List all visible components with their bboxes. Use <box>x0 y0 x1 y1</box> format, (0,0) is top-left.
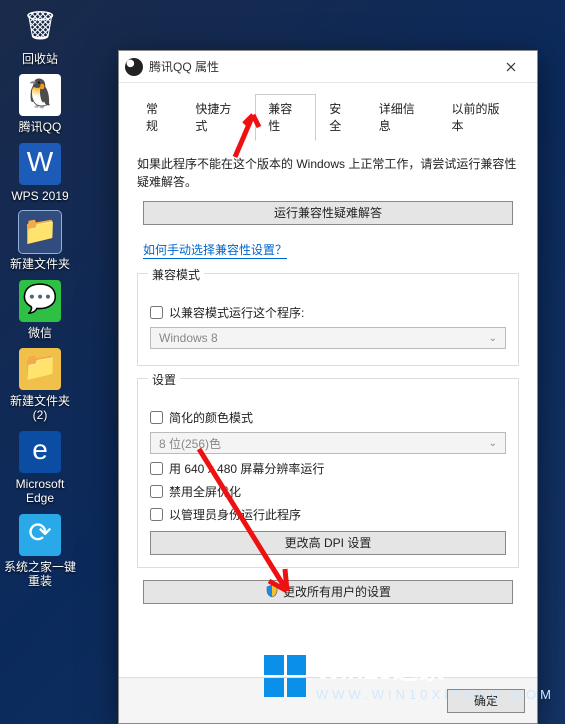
manual-settings-link[interactable]: 如何手动选择兼容性设置？ <box>143 241 287 259</box>
compat-os-select[interactable]: Windows 8 ⌄ <box>150 327 506 349</box>
disable-fullscreen-label: 禁用全屏优化 <box>169 483 241 500</box>
intro-text: 如果此程序不能在这个版本的 Windows 上正常工作，请尝试运行兼容性疑难解答… <box>137 155 519 191</box>
desktop-icon-new-folder-2[interactable]: 📁 新建文件夹 (2) <box>4 348 76 423</box>
compat-os-value: Windows 8 <box>159 331 218 345</box>
compat-mode-checkbox[interactable]: 以兼容模式运行这个程序: <box>150 304 506 321</box>
desktop-icon-label: 新建文件夹 (2) <box>4 394 76 423</box>
desktop-icon-wechat[interactable]: 💬 微信 <box>4 280 76 340</box>
compat-legend: 兼容模式 <box>148 266 204 283</box>
run-troubleshooter-button[interactable]: 运行兼容性疑难解答 <box>143 201 513 225</box>
change-all-users-button[interactable]: 更改所有用户的设置 <box>143 580 513 604</box>
run-as-admin-label: 以管理员身份运行此程序 <box>169 506 301 523</box>
compat-mode-group: 兼容模式 以兼容模式运行这个程序: Windows 8 ⌄ <box>137 273 519 366</box>
window-title: 腾讯QQ 属性 <box>149 58 491 75</box>
change-all-users-label: 更改所有用户的设置 <box>283 585 391 599</box>
new-folder-icon: 📁 <box>19 211 61 253</box>
desktop-icon-tencent-qq[interactable]: 🐧 腾讯QQ <box>4 74 76 134</box>
desktop-icon-label: 回收站 <box>4 52 76 66</box>
qq-icon <box>125 58 143 76</box>
microsoft-edge-icon: e <box>19 431 61 473</box>
watermark-suffix: 之家 <box>392 655 444 685</box>
desktop-icon-recycle-bin[interactable]: 🗑 回收站 <box>4 6 76 66</box>
chevron-down-icon: ⌄ <box>489 333 497 344</box>
desktop-icon-wps-2019[interactable]: W WPS 2019 <box>4 143 76 203</box>
tab-4[interactable]: 详细信息 <box>366 94 439 141</box>
run-as-admin-input[interactable] <box>150 508 163 521</box>
tab-0[interactable]: 常规 <box>133 94 182 141</box>
windows-logo-icon <box>264 655 306 697</box>
desktop-icon-microsoft-edge[interactable]: e Microsoft Edge <box>4 431 76 506</box>
watermark-url: WWW.WIN10XITONG.COM <box>316 687 555 702</box>
desktop-icon-label: 腾讯QQ <box>4 120 76 134</box>
tab-1[interactable]: 快捷方式 <box>182 94 255 141</box>
dialog-body: 常规快捷方式兼容性安全详细信息以前的版本 如果此程序不能在这个版本的 Windo… <box>119 83 537 677</box>
wechat-icon: 💬 <box>19 280 61 322</box>
reduced-color-checkbox[interactable]: 简化的颜色模式 <box>150 409 506 426</box>
watermark: Win10之家 WWW.WIN10XITONG.COM <box>264 650 555 702</box>
run-640x480-input[interactable] <box>150 462 163 475</box>
disable-fullscreen-input[interactable] <box>150 485 163 498</box>
shield-icon <box>265 584 279 598</box>
run-640x480-label: 用 640 x 480 屏幕分辨率运行 <box>169 460 324 477</box>
tencent-qq-icon: 🐧 <box>19 74 61 116</box>
settings-legend: 设置 <box>148 371 180 388</box>
wps-2019-icon: W <box>19 143 61 185</box>
new-folder-2-icon: 📁 <box>19 348 61 390</box>
run-as-admin-checkbox[interactable]: 以管理员身份运行此程序 <box>150 506 506 523</box>
desktop-icon-label: 系统之家一键重装 <box>4 560 76 589</box>
tab-3[interactable]: 安全 <box>316 94 365 141</box>
color-depth-select[interactable]: 8 位(256)色 ⌄ <box>150 432 506 454</box>
color-depth-value: 8 位(256)色 <box>159 435 221 452</box>
compat-mode-label: 以兼容模式运行这个程序: <box>169 304 304 321</box>
desktop-icon-label: WPS 2019 <box>4 189 76 203</box>
recycle-bin-icon: 🗑 <box>19 6 61 48</box>
properties-dialog: 腾讯QQ 属性 常规快捷方式兼容性安全详细信息以前的版本 如果此程序不能在这个版… <box>118 50 538 724</box>
close-button[interactable] <box>491 53 531 81</box>
tabs: 常规快捷方式兼容性安全详细信息以前的版本 <box>133 93 523 141</box>
tab-2[interactable]: 兼容性 <box>255 94 316 141</box>
desktop-icon-label: Microsoft Edge <box>4 477 76 506</box>
tab-5[interactable]: 以前的版本 <box>439 94 524 141</box>
compat-mode-check-input[interactable] <box>150 306 163 319</box>
high-dpi-settings-button[interactable]: 更改高 DPI 设置 <box>150 531 506 555</box>
close-icon <box>506 62 516 72</box>
desktop-icon-new-folder[interactable]: 📁 新建文件夹 <box>4 211 76 271</box>
titlebar: 腾讯QQ 属性 <box>119 51 537 83</box>
desktop-icon-system-reinstall[interactable]: ⟳ 系统之家一键重装 <box>4 514 76 589</box>
chevron-down-icon: ⌄ <box>489 438 497 449</box>
watermark-brand: Win10 <box>316 655 392 685</box>
reduced-color-label: 简化的颜色模式 <box>169 409 253 426</box>
desktop-icon-label: 微信 <box>4 326 76 340</box>
disable-fullscreen-checkbox[interactable]: 禁用全屏优化 <box>150 483 506 500</box>
desktop: 🗑 回收站 🐧 腾讯QQ W WPS 2019 📁 新建文件夹 💬 微信 📁 新建文件夹 (2) e Mi… <box>0 0 110 596</box>
run-640x480-checkbox[interactable]: 用 640 x 480 屏幕分辨率运行 <box>150 460 506 477</box>
desktop-icon-label: 新建文件夹 <box>4 257 76 271</box>
reduced-color-input[interactable] <box>150 411 163 424</box>
system-reinstall-icon: ⟳ <box>19 514 61 556</box>
settings-group: 设置 简化的颜色模式 8 位(256)色 ⌄ 用 640 x 480 屏幕分辨率… <box>137 378 519 568</box>
